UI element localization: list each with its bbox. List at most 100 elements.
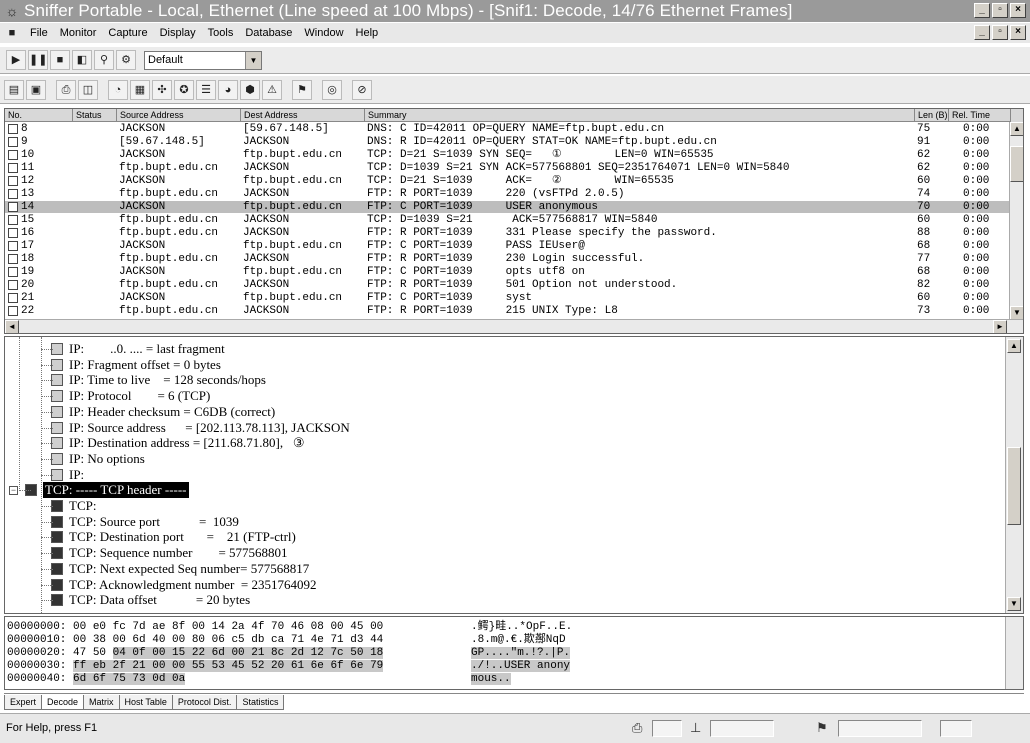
row-checkbox[interactable]: [8, 163, 18, 173]
tab-protocol-dist[interactable]: Protocol Dist.: [171, 695, 238, 710]
table-row[interactable]: 16 ftp.bupt.edu.cn JACKSON FTP: R PORT=1039…: [5, 227, 1017, 239]
tab-expert[interactable]: Expert: [4, 695, 43, 710]
save-file-icon[interactable]: ▣: [26, 79, 46, 100]
reset-icon[interactable]: ⊘: [352, 79, 372, 100]
open-file-icon[interactable]: ▤: [4, 79, 24, 100]
scroll-left-icon[interactable]: ◄: [5, 320, 19, 333]
cell-dest-address: JACKSON: [243, 279, 290, 291]
table-row[interactable]: 11 ftp.bupt.edu.cn JACKSON TCP: D=1039 S=21…: [5, 162, 1017, 174]
tab-host-table[interactable]: Host Table: [118, 695, 173, 710]
menu-window[interactable]: Window: [298, 27, 349, 39]
history-samples-icon[interactable]: ☰: [196, 79, 216, 100]
row-checkbox[interactable]: [8, 124, 18, 134]
cell-dest-address: JACKSON: [243, 214, 290, 226]
table-row[interactable]: 21 JACKSON ftp.bupt.edu.cn FTP: C PORT=1039…: [5, 292, 1017, 304]
hex-bytes-selected: 04 0f 00 15 22 6d 00 21 8c 2d 12 7c 50 1…: [112, 647, 384, 659]
column-no[interactable]: No.: [5, 109, 73, 122]
column-dest-address[interactable]: Dest Address: [241, 109, 365, 122]
doc-close-button[interactable]: ×: [1010, 25, 1026, 40]
menu-tools[interactable]: Tools: [202, 27, 240, 39]
table-row[interactable]: 15 ftp.bupt.edu.cn JACKSON TCP: D=1039 S=21…: [5, 214, 1017, 226]
menu-help[interactable]: Help: [350, 27, 385, 39]
host-table-icon[interactable]: ▦: [130, 79, 150, 100]
table-row[interactable]: 14 JACKSON ftp.bupt.edu.cn FTP: C PORT=1039…: [5, 201, 1017, 213]
scroll-up-icon[interactable]: ▲: [1010, 122, 1023, 136]
cell-no: 19: [21, 266, 35, 278]
row-checkbox[interactable]: [8, 267, 18, 277]
row-checkbox[interactable]: [8, 306, 18, 316]
scroll-thumb[interactable]: [1010, 146, 1023, 182]
doc-restore-button[interactable]: ▫: [992, 25, 1008, 40]
tab-decode[interactable]: Decode: [41, 695, 85, 710]
column-source-address[interactable]: Source Address: [117, 109, 241, 122]
row-checkbox[interactable]: [8, 228, 18, 238]
menu-capture[interactable]: Capture: [102, 27, 153, 39]
collapse-toggle-icon[interactable]: −: [9, 486, 18, 496]
hex-vertical-scrollbar[interactable]: [1005, 617, 1023, 689]
row-checkbox[interactable]: [8, 241, 18, 251]
menu-database[interactable]: Database: [239, 27, 298, 39]
table-row[interactable]: 8 JACKSON [59.67.148.5] DNS: C ID=42011 OP=…: [5, 123, 1017, 135]
column-rel-time[interactable]: Rel. Time: [949, 109, 1011, 122]
table-row[interactable]: 9 [59.67.148.5] JACKSON DNS: R ID=42011 OP=…: [5, 136, 1017, 148]
display-capture-icon[interactable]: ⚲: [94, 50, 114, 70]
scroll-up-icon[interactable]: ▲: [1007, 339, 1021, 353]
menu-file[interactable]: File: [24, 27, 54, 39]
column-summary[interactable]: Summary: [365, 109, 915, 122]
row-checkbox[interactable]: [8, 293, 18, 303]
cell-rel-time: 0:00: [963, 292, 990, 304]
table-row[interactable]: 20 ftp.bupt.edu.cn JACKSON FTP: R PORT=1039…: [5, 279, 1017, 291]
table-row[interactable]: 10 JACKSON ftp.bupt.edu.cn TCP: D=21 S=1039…: [5, 149, 1017, 161]
options-icon[interactable]: ◎: [322, 79, 342, 100]
pause-capture-icon[interactable]: ❚❚: [28, 50, 48, 70]
row-checkbox[interactable]: [8, 189, 18, 199]
row-checkbox[interactable]: [8, 137, 18, 147]
protocol-distribution-icon[interactable]: ◕: [218, 79, 238, 100]
scroll-right-icon[interactable]: ►: [993, 320, 1007, 333]
column-status[interactable]: Status: [73, 109, 117, 122]
column-length[interactable]: Len (B): [915, 109, 949, 122]
table-row[interactable]: 19 JACKSON ftp.bupt.edu.cn FTP: C PORT=1039…: [5, 266, 1017, 278]
maximize-button[interactable]: ▫: [992, 3, 1008, 18]
filter-icon[interactable]: ⚑: [292, 79, 312, 100]
menu-display[interactable]: Display: [154, 27, 202, 39]
matrix-icon[interactable]: ✣: [152, 79, 172, 100]
table-row[interactable]: 17 JACKSON ftp.bupt.edu.cn FTP: C PORT=1039…: [5, 240, 1017, 252]
start-capture-icon[interactable]: ▶: [6, 50, 26, 70]
table-row[interactable]: 13 ftp.bupt.edu.cn JACKSON FTP: R PORT=1039…: [5, 188, 1017, 200]
tab-matrix[interactable]: Matrix: [83, 695, 120, 710]
profile-select[interactable]: Default ▼: [144, 50, 262, 70]
row-checkbox[interactable]: [8, 150, 18, 160]
print-icon[interactable]: ⎙: [56, 79, 76, 100]
row-checkbox[interactable]: [8, 176, 18, 186]
doc-minimize-button[interactable]: _: [974, 25, 990, 40]
table-row[interactable]: 22 ftp.bupt.edu.cn JACKSON FTP: R PORT=1039…: [5, 305, 1017, 317]
chevron-down-icon[interactable]: ▼: [245, 51, 261, 69]
dashboard-icon[interactable]: ◔: [108, 79, 128, 100]
menu-monitor[interactable]: Monitor: [54, 27, 103, 39]
packet-list-horizontal-scrollbar[interactable]: ◄ ►: [5, 319, 1023, 333]
scroll-down-icon[interactable]: ▼: [1007, 597, 1021, 611]
row-checkbox[interactable]: [8, 280, 18, 290]
scroll-down-icon[interactable]: ▼: [1010, 306, 1023, 320]
document-icon[interactable]: ■: [4, 25, 20, 41]
stop-capture-icon[interactable]: ■: [50, 50, 70, 70]
alarm-log-icon[interactable]: ⚠: [262, 79, 282, 100]
table-row[interactable]: 18 ftp.bupt.edu.cn JACKSON FTP: R PORT=1039…: [5, 253, 1017, 265]
row-checkbox[interactable]: [8, 215, 18, 225]
close-button[interactable]: ×: [1010, 3, 1026, 18]
application-response-icon[interactable]: ✪: [174, 79, 194, 100]
packet-list-vertical-scrollbar[interactable]: ▲ ▼: [1009, 122, 1023, 320]
minimize-button[interactable]: _: [974, 3, 990, 18]
tab-statistics[interactable]: Statistics: [236, 695, 285, 710]
table-row[interactable]: 12 JACKSON ftp.bupt.edu.cn TCP: D=21 S=1039…: [5, 175, 1017, 187]
row-checkbox[interactable]: [8, 202, 18, 212]
print-preview-icon[interactable]: ◫: [78, 79, 98, 100]
global-statistics-icon[interactable]: ⬢: [240, 79, 260, 100]
detail-vertical-scrollbar[interactable]: ▲ ▼: [1005, 337, 1023, 613]
cell-source-address: ftp.bupt.edu.cn: [119, 227, 219, 239]
stop-and-display-icon[interactable]: ◧: [72, 50, 92, 70]
scroll-thumb[interactable]: [1007, 447, 1021, 525]
define-filter-icon[interactable]: ⚙: [116, 50, 136, 70]
row-checkbox[interactable]: [8, 254, 18, 264]
